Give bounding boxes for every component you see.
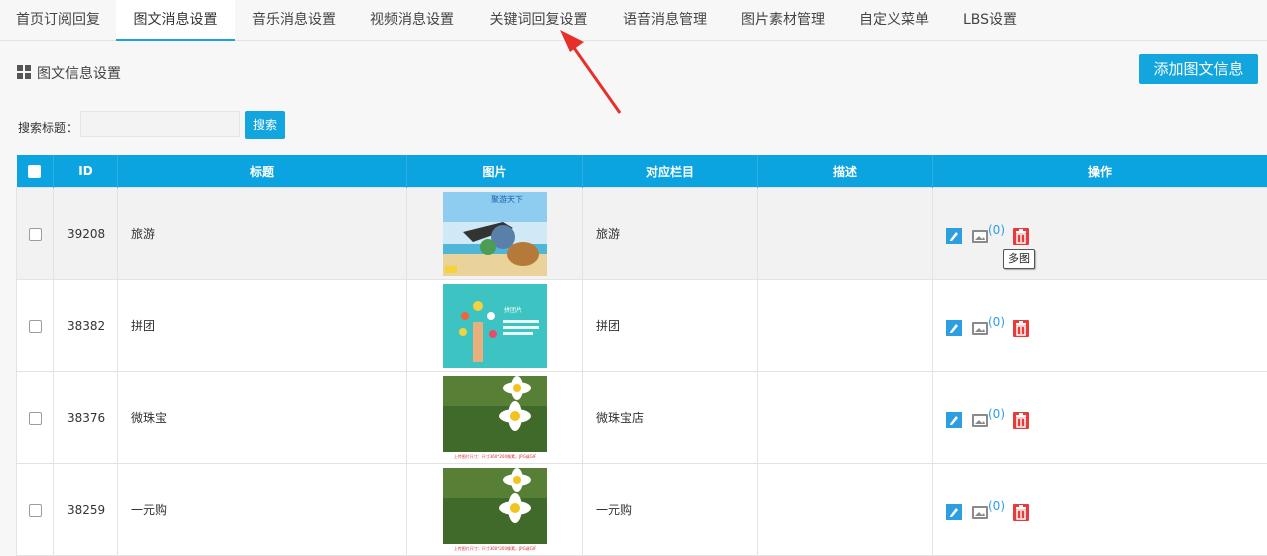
row-category: 微珠宝店 [583, 372, 758, 464]
header-actions: 操作 [933, 155, 1267, 188]
row-checkbox[interactable] [29, 412, 42, 425]
thumb-caption: 拼团片 [503, 306, 521, 314]
row-checkbox[interactable] [29, 228, 42, 241]
picture-icon[interactable] [972, 414, 988, 427]
daisy-thumbnail: 上传图片尺寸：尺寸360*200像素，JPG或GIF [443, 468, 547, 552]
tab-video-settings[interactable]: 视频消息设置 [353, 0, 471, 40]
image-count[interactable]: (0) [988, 315, 1005, 329]
header-id: ID [54, 155, 118, 188]
image-count[interactable]: (0) [988, 499, 1005, 513]
header-description: 描述 [758, 155, 933, 188]
travel-thumbnail: 聚游天下 [443, 192, 547, 276]
header-image: 图片 [407, 155, 583, 188]
pencil-icon[interactable] [946, 504, 962, 520]
tab-keyword-reply-settings[interactable]: 关键词回复设置 [471, 0, 606, 40]
tab-custom-menu[interactable]: 自定义菜单 [842, 0, 946, 40]
row-actions: (0) [933, 407, 1267, 429]
row-description [758, 280, 933, 372]
row-description [758, 464, 933, 556]
image-count[interactable]: (0) [988, 407, 1005, 421]
grid-icon [17, 65, 31, 79]
table-row: 38376 微珠宝 上传图片尺寸：尺寸360*200像素，JPG或GIF 微珠宝… [17, 372, 1267, 464]
tooltip-multi-image: 多图 [1003, 249, 1035, 269]
table-row: 38259 一元购 上传图片尺寸：尺寸360*200像素，JPG或GIF 一元购 [17, 464, 1267, 556]
row-actions: (0) [933, 315, 1267, 337]
pencil-icon[interactable] [946, 228, 962, 244]
trash-icon[interactable] [1013, 412, 1029, 429]
add-news-button[interactable]: 添加图文信息 [1139, 54, 1258, 84]
row-checkbox[interactable] [29, 504, 42, 517]
row-category: 一元购 [583, 464, 758, 556]
row-description [758, 188, 933, 280]
row-id: 39208 [54, 188, 118, 280]
pencil-icon[interactable] [946, 412, 962, 428]
group-buy-thumbnail: 拼团片 [443, 284, 547, 368]
news-table: ID 标题 图片 对应栏目 描述 操作 39208 旅游 [16, 155, 1267, 556]
row-category: 旅游 [583, 188, 758, 280]
header-category: 对应栏目 [583, 155, 758, 188]
table-row: 38382 拼团 拼团片 拼团 [17, 280, 1267, 372]
row-title: 微珠宝 [118, 372, 407, 464]
trash-icon[interactable] [1013, 228, 1029, 245]
picture-icon[interactable] [972, 230, 988, 243]
row-checkbox[interactable] [29, 320, 42, 333]
picture-icon[interactable] [972, 322, 988, 335]
select-all-checkbox[interactable] [28, 165, 41, 178]
row-id: 38259 [54, 464, 118, 556]
picture-icon[interactable] [972, 506, 988, 519]
row-id: 38382 [54, 280, 118, 372]
row-title: 一元购 [118, 464, 407, 556]
image-count[interactable]: (0) [988, 223, 1005, 237]
search-label: 搜索标题： [18, 119, 78, 136]
section-title: 图文信息设置 [17, 63, 121, 83]
table-row: 39208 旅游 聚游天下 旅游 [17, 188, 1267, 280]
tab-music-settings[interactable]: 音乐消息设置 [235, 0, 353, 40]
row-actions: (0) [933, 223, 1267, 245]
tab-lbs-settings[interactable]: LBS设置 [946, 0, 1034, 40]
header-title: 标题 [118, 155, 407, 188]
row-actions: (0) [933, 499, 1267, 521]
row-title: 旅游 [118, 188, 407, 280]
row-id: 38376 [54, 372, 118, 464]
tab-bar: 首页订阅回复 图文消息设置 音乐消息设置 视频消息设置 关键词回复设置 语音消息… [0, 0, 1267, 41]
row-description [758, 372, 933, 464]
trash-icon[interactable] [1013, 504, 1029, 521]
thumb-caption: 上传图片尺寸：尺寸360*200像素，JPG或GIF [453, 545, 536, 551]
search-button[interactable]: 搜索 [245, 111, 285, 139]
section-title-text: 图文信息设置 [37, 66, 121, 82]
row-title: 拼团 [118, 280, 407, 372]
tab-news-settings[interactable]: 图文消息设置 [116, 0, 235, 41]
thumb-caption: 上传图片尺寸：尺寸360*200像素，JPG或GIF [453, 453, 536, 459]
pencil-icon[interactable] [946, 320, 962, 336]
tab-voice-management[interactable]: 语音消息管理 [606, 0, 724, 40]
tab-image-asset-management[interactable]: 图片素材管理 [724, 0, 842, 40]
daisy-thumbnail: 上传图片尺寸：尺寸360*200像素，JPG或GIF [443, 376, 547, 460]
search-title-input[interactable] [80, 111, 240, 137]
row-category: 拼团 [583, 280, 758, 372]
thumb-caption: 聚游天下 [491, 194, 523, 204]
trash-icon[interactable] [1013, 320, 1029, 337]
select-all-cell [17, 155, 54, 188]
table-header-row: ID 标题 图片 对应栏目 描述 操作 [17, 155, 1267, 188]
tab-home-subscribe-reply[interactable]: 首页订阅回复 [0, 0, 116, 40]
